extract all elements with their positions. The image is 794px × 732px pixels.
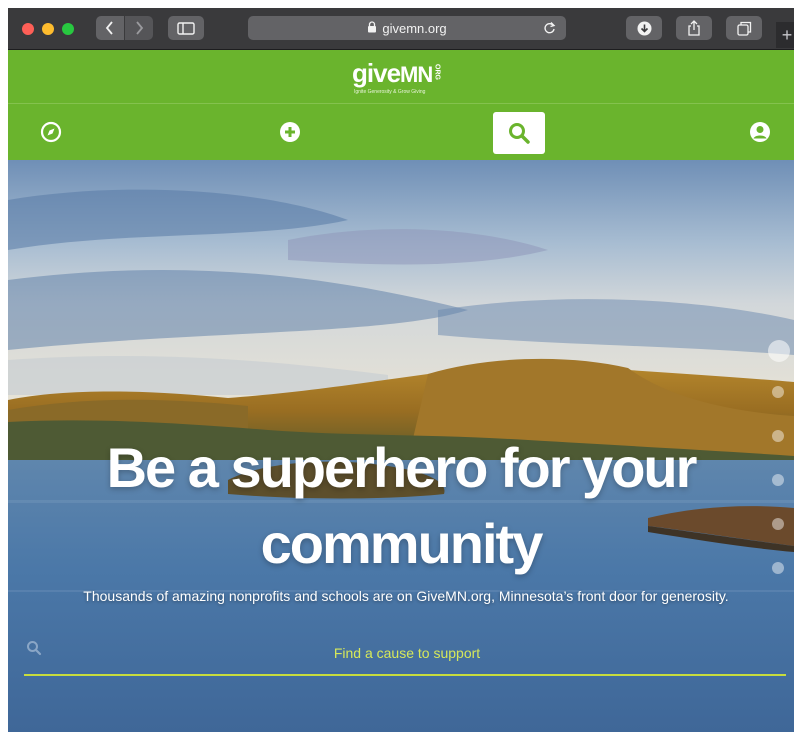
cause-search-input[interactable]	[24, 630, 790, 676]
forward-button[interactable]	[125, 16, 153, 40]
back-button[interactable]	[96, 16, 124, 40]
minimize-window-button[interactable]	[42, 23, 54, 35]
reload-icon[interactable]	[543, 21, 556, 38]
hero-section: Be a superhero for your community Thousa…	[8, 160, 794, 732]
tab-overview-button[interactable]	[726, 16, 762, 40]
givemn-logo[interactable]: giveMNORG Ignite Generosity & Grow Givin…	[352, 60, 462, 100]
logo-wordmark: giveMN	[352, 58, 433, 88]
hero-subline: Thousands of amazing nonprofits and scho…	[83, 588, 729, 604]
tabs-icon	[736, 21, 751, 36]
search-icon	[509, 123, 530, 144]
share-icon	[688, 20, 700, 36]
share-button[interactable]	[676, 16, 712, 40]
carousel-dot[interactable]	[768, 340, 790, 362]
logo-org: ORG	[433, 64, 441, 80]
logo-tagline: Ignite Generosity & Grow Giving	[354, 89, 426, 95]
sidebar-toggle-button[interactable]	[168, 16, 204, 40]
lock-icon	[367, 20, 377, 36]
nav-explore-button[interactable]	[40, 121, 62, 143]
zoom-window-button[interactable]	[62, 23, 74, 35]
download-icon	[637, 21, 651, 35]
user-icon	[750, 122, 770, 142]
hero-headline: Be a superhero for your community	[106, 436, 698, 575]
nav-search-button[interactable]	[493, 112, 545, 154]
chevron-right-icon	[136, 21, 144, 35]
nav-add-button[interactable]	[279, 121, 301, 143]
site-nav	[8, 104, 794, 160]
carousel-dot[interactable]	[772, 386, 784, 398]
browser-toolbar: givemn.org +	[8, 8, 794, 50]
close-window-button[interactable]	[22, 23, 34, 35]
downloads-button[interactable]	[626, 16, 662, 40]
site-header: giveMNORG Ignite Generosity & Grow Givin…	[8, 50, 794, 104]
new-tab-button[interactable]: +	[776, 22, 794, 48]
cause-search	[24, 630, 790, 676]
compass-icon	[40, 121, 62, 143]
chevron-left-icon	[105, 21, 113, 35]
sidebar-icon	[177, 21, 195, 35]
address-bar[interactable]: givemn.org	[248, 16, 566, 40]
nav-account-button[interactable]	[749, 121, 771, 143]
plus-circle-icon	[280, 122, 300, 142]
url-text: givemn.org	[382, 20, 447, 36]
search-icon	[26, 640, 42, 661]
